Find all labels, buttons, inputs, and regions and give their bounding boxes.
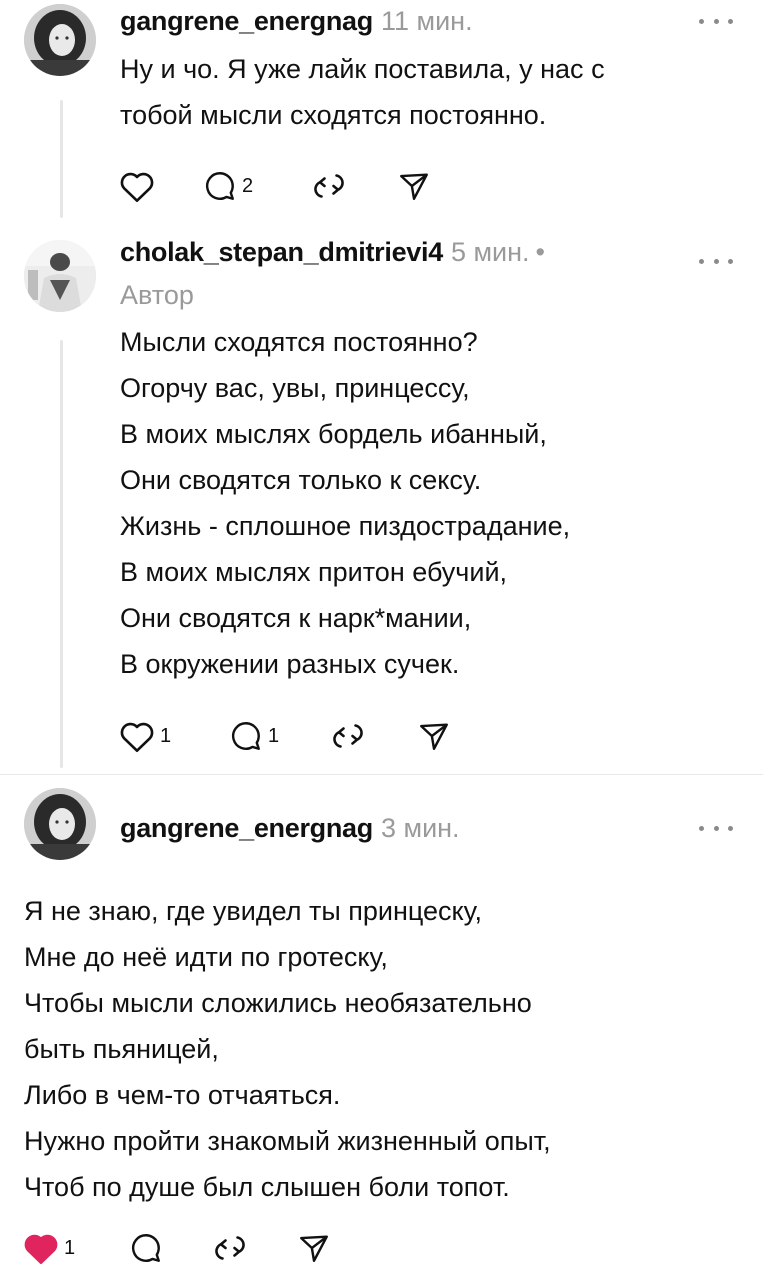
- separator-dot: •: [535, 237, 545, 267]
- repost-icon: [333, 724, 363, 748]
- heart-filled-icon: [24, 1234, 58, 1264]
- heart-icon: [120, 722, 154, 752]
- reply-button[interactable]: 2: [202, 166, 253, 206]
- more-dots-icon[interactable]: [699, 821, 733, 835]
- action-bar: 2: [118, 166, 438, 206]
- avatar[interactable]: [24, 240, 96, 312]
- username[interactable]: gangrene_energnag: [120, 813, 373, 843]
- reply-count: 2: [242, 174, 254, 197]
- avatar[interactable]: [24, 788, 96, 860]
- like-button[interactable]: [118, 166, 156, 206]
- reply-button[interactable]: [128, 1228, 164, 1268]
- repost-button[interactable]: [330, 716, 366, 756]
- comment-bubble-icon: [231, 722, 260, 750]
- text-line: Я не знаю, где увидел ты принцеску,: [24, 896, 482, 926]
- send-icon: [400, 173, 428, 200]
- text-line: В моих мыслях бордель ибанный,: [120, 419, 547, 449]
- avatar-image: [24, 4, 96, 76]
- reply-button[interactable]: 1: [228, 716, 279, 756]
- text-line: Чтобы мысли сложились необязательно: [24, 988, 532, 1018]
- comment-bubble-icon: [131, 1234, 160, 1262]
- post-text: Я не знаю, где увидел ты принцеску, Мне …: [24, 888, 551, 1210]
- like-count: 1: [160, 724, 172, 747]
- repost-icon: [215, 1236, 245, 1260]
- text-line: Жизнь - сплошное пиздострадание,: [120, 511, 571, 541]
- timestamp: 5 мин.: [450, 237, 530, 267]
- post-header: gangrene_energnag 3 мин.: [120, 811, 460, 845]
- timestamp: 3 мин.: [380, 813, 460, 843]
- username[interactable]: cholak_stepan_dmitrievi4: [120, 237, 443, 267]
- like-button[interactable]: 1: [118, 716, 171, 756]
- post-1: gangrene_energnag 11 мин. Ну и чо. Я уже …: [0, 0, 763, 222]
- thread-line: [60, 100, 63, 218]
- action-bar: 1 1: [118, 716, 458, 756]
- repost-button[interactable]: [311, 166, 347, 206]
- repost-icon: [314, 174, 344, 198]
- username[interactable]: gangrene_energnag: [120, 6, 373, 36]
- text-line: Огорчу вас, увы, принцессу,: [120, 373, 470, 403]
- share-button[interactable]: [416, 716, 452, 756]
- post-3: gangrene_energnag 3 мин. Я не знаю, где у…: [0, 776, 763, 1280]
- more-dots-icon[interactable]: [699, 254, 733, 268]
- text-line: Они сводятся к нарк*мании,: [120, 603, 472, 633]
- timestamp: 11 мин.: [380, 6, 473, 36]
- avatar[interactable]: [24, 4, 96, 76]
- send-icon: [420, 723, 448, 750]
- post-text: Мысли сходятся постоянно? Огорчу вас, ув…: [120, 319, 570, 687]
- like-count: 1: [64, 1236, 76, 1259]
- author-badge: Автор: [120, 280, 194, 310]
- text-line: тобой мысли сходятся постоянно.: [120, 100, 547, 130]
- comment-bubble-icon: [205, 172, 234, 200]
- more-dots-icon[interactable]: [699, 14, 733, 28]
- text-line: Мысли сходятся постоянно?: [120, 327, 478, 357]
- text-line: Ну и чо. Я уже лайк поставила, у нас с: [120, 54, 605, 84]
- post-divider: [0, 774, 763, 775]
- share-button[interactable]: [396, 166, 432, 206]
- avatar-image: [24, 240, 96, 312]
- text-line: Чтоб по душе был слышен боли топот.: [24, 1172, 510, 1202]
- like-button[interactable]: 1: [22, 1228, 75, 1268]
- text-line: Нужно пройти знакомый жизненный опыт,: [24, 1126, 551, 1156]
- share-button[interactable]: [296, 1228, 332, 1268]
- text-line: В моих мыслях притон ебучий,: [120, 557, 508, 587]
- reply-count: 1: [268, 724, 280, 747]
- text-line: Либо в чем-то отчаяться.: [24, 1080, 341, 1110]
- post-text: Ну и чо. Я уже лайк поставила, у нас с т…: [120, 46, 605, 138]
- text-line: Мне до неё идти по гротеску,: [24, 942, 388, 972]
- heart-icon: [120, 172, 154, 202]
- avatar-image: [24, 788, 96, 860]
- text-line: быть пьяницей,: [24, 1034, 219, 1064]
- thread-line: [60, 340, 63, 768]
- post-header: gangrene_energnag 11 мин.: [120, 4, 473, 38]
- post-2: cholak_stepan_dmitrievi4 5 мин. • Автор Мы…: [0, 222, 763, 770]
- text-line: Они сводятся только к сексу.: [120, 465, 482, 495]
- repost-button[interactable]: [212, 1228, 248, 1268]
- send-icon: [300, 1235, 328, 1262]
- post-header: cholak_stepan_dmitrievi4 5 мин. •: [120, 235, 545, 269]
- action-bar: 1: [22, 1228, 342, 1268]
- text-line: В окружении разных сучек.: [120, 649, 460, 679]
